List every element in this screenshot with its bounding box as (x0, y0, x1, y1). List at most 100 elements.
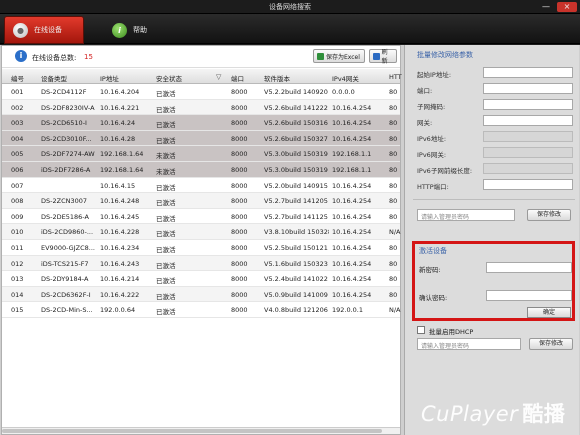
table-row[interactable]: 008 DS-2ZCN3007 10.16.4.248 已激活 8000 V5.2.7bu… (2, 193, 400, 209)
table-cell: 已激活 (156, 214, 176, 223)
table-cell: V5.2.7build 141125 (264, 212, 328, 221)
table-row[interactable]: 001 DS-2CD4112F 10.16.4.204 已激活 8000 V5.2.2bu… (2, 84, 400, 100)
dhcp-password-input[interactable]: 请输入管理员密码 (417, 338, 521, 350)
table-cell: 已激活 (156, 105, 176, 114)
table-cell: 80 (389, 275, 398, 284)
table-cell: iDS-2DF7286-A (41, 165, 91, 174)
filter-icon[interactable]: ▽ (216, 73, 221, 81)
field-label: 子网掩码: (417, 103, 446, 111)
new-password-input[interactable] (486, 262, 572, 273)
dhcp-checkbox[interactable] (417, 326, 425, 334)
table-cell: 006 (11, 165, 24, 174)
tab-label: 帮助 (133, 26, 147, 34)
tab-help[interactable]: i 帮助 (106, 16, 176, 44)
table-cell: 10.16.4.254 (332, 212, 372, 221)
table-row[interactable]: 014 DS-2CD6362F-I 10.16.4.222 已激活 8000 V5.0.9… (2, 286, 400, 303)
subnet-mask-input[interactable] (483, 99, 573, 110)
export-excel-button[interactable]: 保存为Excel (313, 49, 365, 63)
table-row[interactable]: 011 EV9000-GJZC8... 10.16.4.234 已激活 8000 V5.2… (2, 240, 400, 256)
http-port-input[interactable] (483, 179, 573, 190)
field-label: IPv6子网前缀长度: (417, 167, 473, 175)
table-row[interactable]: 010 iDS-2CD9860-... 10.16.4.228 已激活 8000 V3.8… (2, 224, 401, 240)
table-cell: iDS-TCS215-F7 (41, 259, 89, 268)
table-cell: V5.2.5build 150121 (264, 243, 328, 252)
table-cell: 0.0.0.0 (332, 88, 355, 96)
table-cell: 已激活 (156, 199, 176, 208)
table-cell: 10.16.4.15 (100, 181, 136, 190)
start-ip-input[interactable] (483, 67, 573, 78)
table-cell: 80 (389, 165, 398, 174)
table-cell: 10.16.4.254 (332, 259, 372, 268)
header-cell[interactable]: 软件版本 (264, 73, 329, 83)
header-cell[interactable]: 编号 (11, 73, 36, 83)
table-cell: 012 (11, 259, 24, 268)
confirm-button[interactable]: 确定 (527, 307, 571, 318)
ipv6-address-input[interactable] (483, 131, 573, 142)
table-cell: 003 (11, 119, 24, 128)
scrollbar-thumb[interactable] (2, 429, 382, 433)
field-label: 端口: (417, 87, 433, 95)
confirm-password-input[interactable] (486, 290, 572, 301)
refresh-button[interactable]: 刷新 (369, 49, 397, 65)
table-cell: DS-2CD6510-I (41, 119, 87, 128)
table-cell: 015 (11, 306, 24, 315)
header-cell[interactable]: 安全状态 (156, 73, 216, 83)
watermark: CuPlayer 酷播 (421, 398, 565, 428)
table-cell: 10.16.4.228 (100, 228, 140, 237)
table-cell: 已激活 (156, 292, 176, 301)
table-cell: 80 (389, 259, 398, 268)
table-cell: 192.168.1.64 (100, 165, 144, 174)
close-icon[interactable]: × (557, 2, 577, 12)
table-cell: V4.0.8build 121206 (264, 306, 328, 315)
table-row[interactable]: 005 DS-2DF7274-AW 192.168.1.64 未激活 8000 V5.3.… (2, 146, 400, 162)
online-count-value: 15 (84, 53, 93, 61)
export-excel-label: 保存为Excel (326, 53, 360, 61)
header-cell[interactable]: IP地址 (100, 73, 152, 83)
table-cell: 8000 (231, 119, 248, 128)
table-cell: 已激活 (156, 261, 176, 270)
table-cell: 10.16.4.254 (332, 275, 372, 284)
table-cell: 10.16.4.254 (332, 228, 372, 237)
horizontal-scrollbar[interactable] (2, 427, 400, 434)
table-row[interactable]: 006 iDS-2DF7286-A 192.168.1.64 未激活 8000 V5.3.… (2, 161, 400, 178)
table-row[interactable]: 004 DS-2CD3010F... 10.16.4.28 已激活 8000 V5.2.6… (2, 130, 400, 147)
field-label: HTTP端口: (417, 183, 449, 191)
minimize-icon[interactable]: — (540, 2, 552, 12)
tab-online-devices[interactable]: ● 在线设备 (4, 16, 84, 44)
admin-password-input[interactable]: 请输入管理员密码 (417, 209, 515, 221)
table-row[interactable]: 013 DS-2DY9184-A 10.16.4.214 已激活 8000 V5.2.4b… (2, 271, 400, 287)
table-cell: 004 (11, 134, 24, 143)
table-cell: 8000 (231, 306, 248, 315)
table-row[interactable]: 015 DS-2CD-Min-S... 192.0.0.64 已激活 8000 V4.0.… (2, 302, 401, 318)
header-cell[interactable]: IPv4网关 (332, 73, 387, 83)
save-network-button[interactable]: 保存修改 (527, 209, 571, 221)
window-title: 设备网络搜索 (269, 3, 311, 11)
table-cell: 8000 (231, 259, 248, 268)
table-cell: V5.3.0build 150319 (264, 150, 328, 159)
gateway-input[interactable] (483, 115, 573, 126)
port-input[interactable] (483, 83, 573, 94)
header-cell[interactable]: 设备类型 (41, 73, 96, 83)
table-cell: V5.2.6build 150327 (264, 134, 328, 143)
header-cell[interactable]: HTT (389, 73, 402, 81)
field-label: IPv6地址: (417, 135, 447, 143)
table-row[interactable]: 002 DS-2DF8230IV-A 10.16.4.221 已激活 8000 V5.2.… (2, 99, 400, 116)
table-row[interactable]: 003 DS-2CD6510-I 10.16.4.24 已激活 8000 V5.2.6bu… (2, 115, 400, 131)
ipv6-prefix-input[interactable] (483, 163, 573, 174)
divider (413, 199, 575, 200)
table-cell: 8000 (231, 134, 248, 143)
table-cell: 192.0.0.1 (332, 306, 364, 315)
ipv6-gateway-input[interactable] (483, 147, 573, 158)
table-row[interactable]: 012 iDS-TCS215-F7 10.16.4.243 已激活 8000 V5.1.6… (2, 255, 400, 272)
table-row[interactable]: 009 DS-2DE5186-A 10.16.4.245 已激活 8000 V5.2.7b… (2, 209, 400, 225)
table-cell: 80 (389, 134, 398, 143)
table-cell: 8000 (231, 197, 248, 206)
save-dhcp-button[interactable]: 保存修改 (529, 338, 573, 350)
tab-bar: ● 在线设备 i 帮助 (0, 14, 580, 44)
table-row[interactable]: 007 10.16.4.15 已激活 8000 V5.2.0build 140915 10… (2, 178, 400, 194)
header-cell[interactable]: 端口 (231, 73, 261, 83)
table-cell: V5.1.6build 150323 (264, 259, 328, 268)
table-cell: 已激活 (156, 136, 176, 145)
table-cell: 8000 (231, 165, 248, 174)
table-cell: V3.8.10build 150328 (264, 228, 329, 237)
